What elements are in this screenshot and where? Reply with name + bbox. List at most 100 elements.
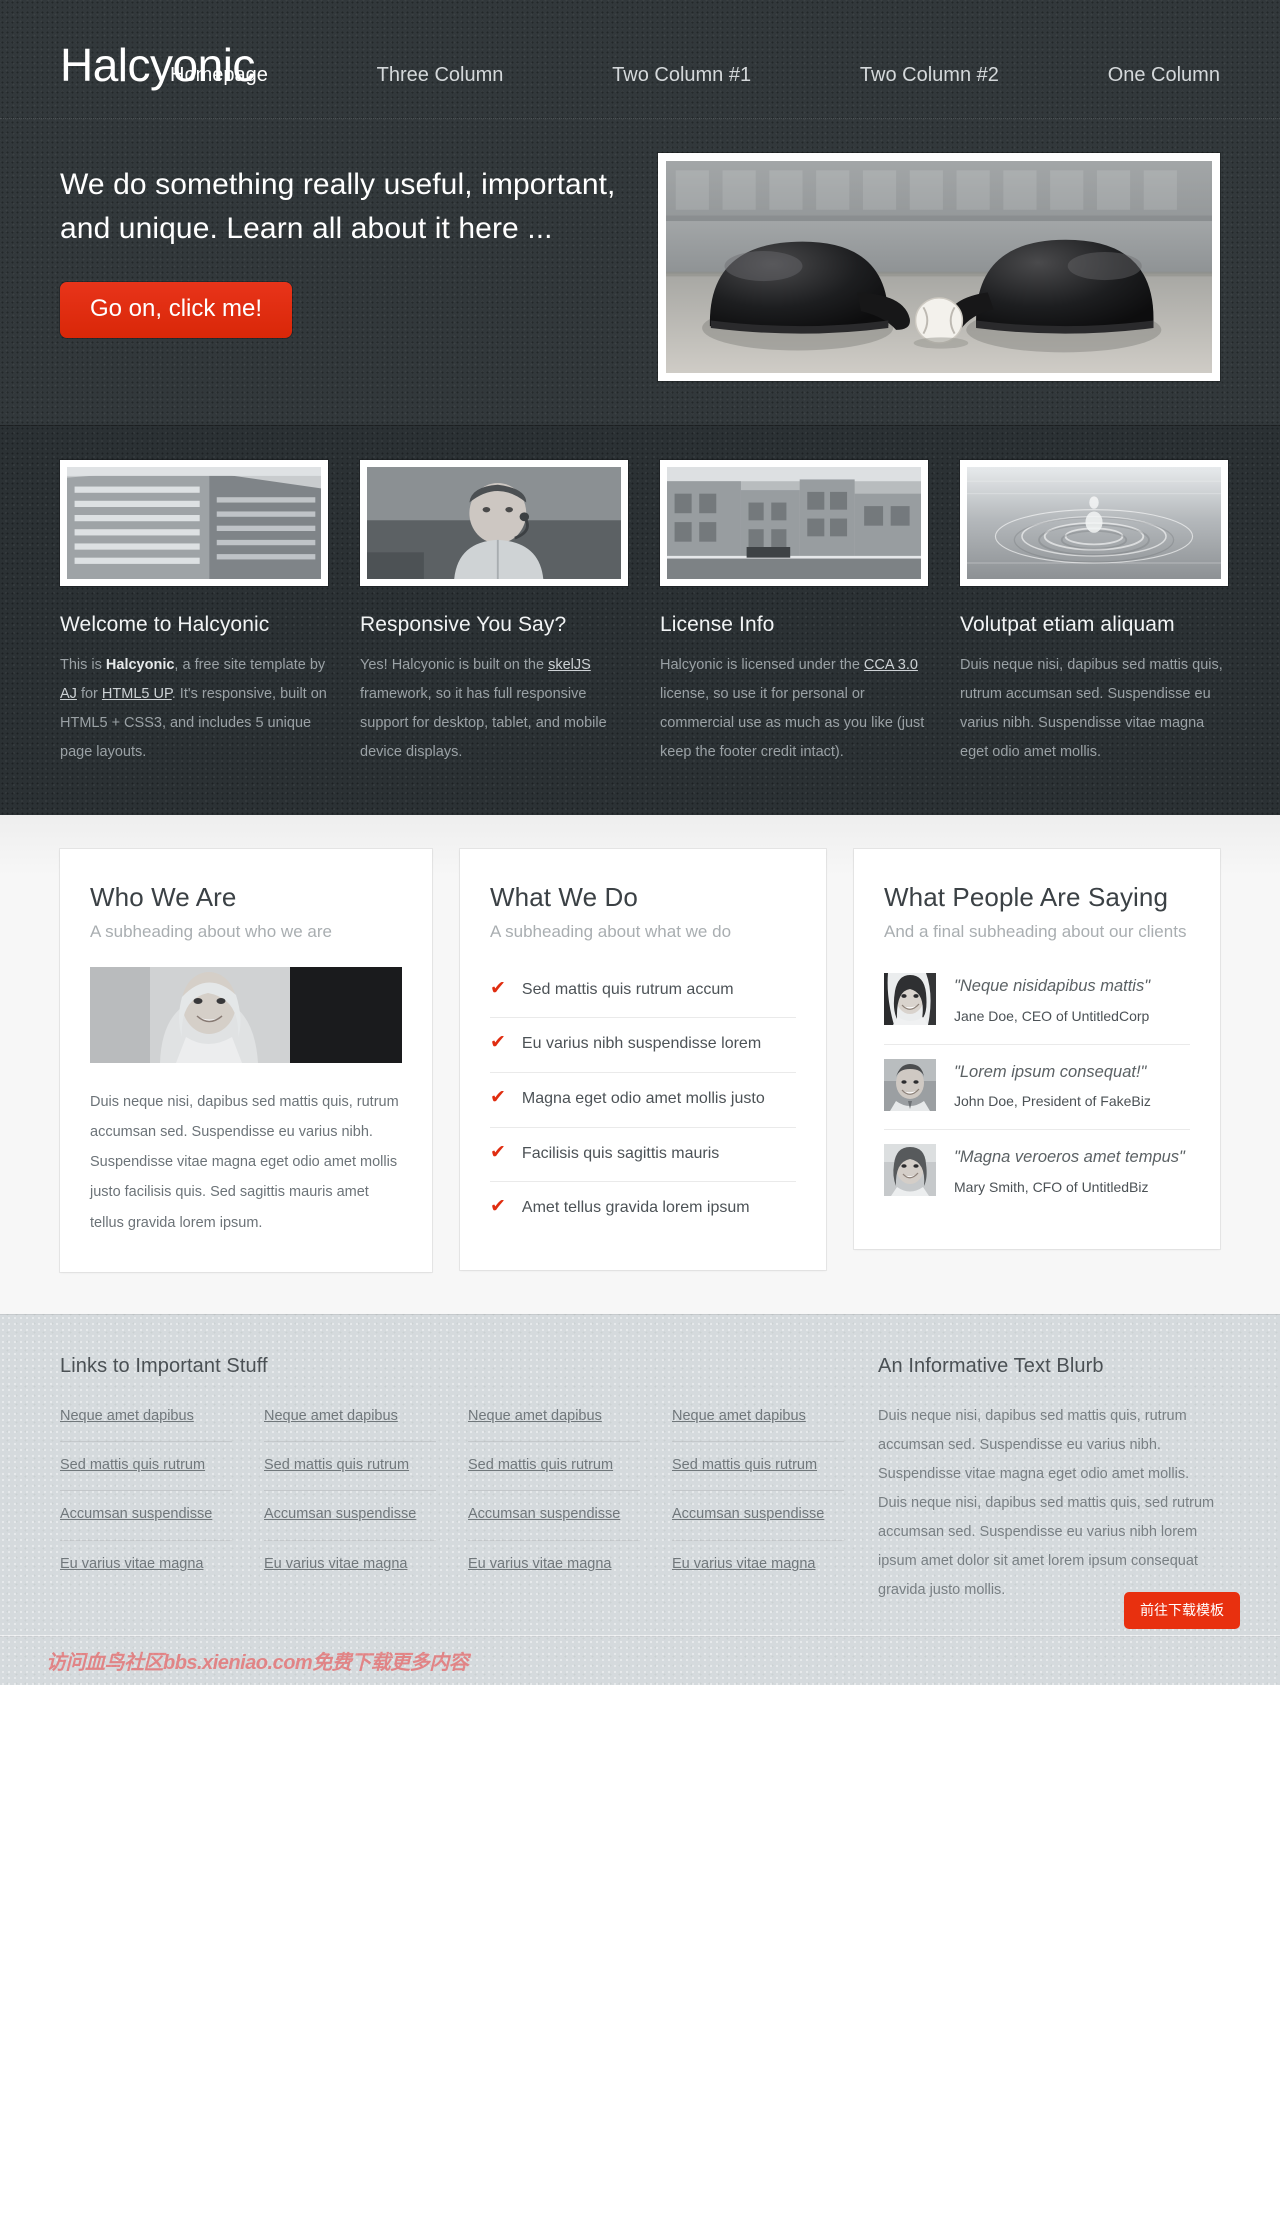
list-item[interactable]: ✔ Amet tellus gravida lorem ipsum	[490, 1181, 796, 1236]
list-item-label: Eu varius nibh suspendisse lorem	[521, 1035, 762, 1053]
testimonial-quote: "Neque nisidapibus mattis"	[954, 976, 1151, 995]
features-row: Welcome to Halcyonic This is Halcyonic, …	[20, 426, 1260, 815]
feature-title: Responsive You Say?	[360, 613, 567, 636]
footer-blurb-section: An Informative Text Blurb Duis neque nis…	[878, 1355, 1220, 1605]
list-item[interactable]: ✔ Eu varius nibh suspendisse lorem	[490, 1017, 796, 1072]
list-item: Sed mattis quis rutrum	[672, 1441, 844, 1490]
testimonial-body: "Lorem ipsum consequat!" John Doe, Presi…	[954, 1059, 1151, 1114]
what-we-do-list: ✔ Sed mattis quis rutrum accum ✔ Eu vari…	[490, 973, 796, 1236]
text-emphasis: Halcyonic	[105, 657, 175, 673]
list-item: Neque amet dapibus	[468, 1404, 640, 1441]
footer-link[interactable]: Accumsan suspendisse	[60, 1506, 212, 1522]
box-subheading: A subheading about what we do	[490, 922, 732, 942]
list-item: Eu varius vitae magna	[468, 1539, 640, 1589]
footer-link[interactable]: Sed mattis quis rutrum	[264, 1457, 409, 1473]
footer: Links to Important Stuff Neque amet dapi…	[20, 1355, 1260, 1635]
feature-image-street	[660, 460, 928, 586]
text-fragment: This is	[60, 657, 106, 673]
box-subheading: A subheading about who we are	[90, 922, 332, 942]
check-icon: ✔	[490, 1087, 506, 1109]
check-icon: ✔	[490, 1196, 506, 1218]
footer-link[interactable]: Accumsan suspendisse	[264, 1506, 416, 1522]
list-item: Eu varius vitae magna	[60, 1539, 232, 1589]
footer-link[interactable]: Neque amet dapibus	[60, 1408, 194, 1424]
footer-link[interactable]: Sed mattis quis rutrum	[60, 1457, 205, 1473]
footer-link[interactable]: Sed mattis quis rutrum	[672, 1457, 817, 1473]
testimonial-attribution: Mary Smith, CFO of UntitledBiz	[954, 1179, 1149, 1196]
footer-link[interactable]: Accumsan suspendisse	[672, 1506, 824, 1522]
link-skeljs[interactable]: skelJS	[548, 657, 591, 673]
list-item-label: Magna eget odio amet mollis justo	[521, 1090, 765, 1108]
list-item: Accumsan suspendisse	[264, 1490, 436, 1539]
who-we-are-body: Duis neque nisi, dapibus sed mattis quis…	[90, 1093, 399, 1231]
footer-link[interactable]: Accumsan suspendisse	[468, 1506, 620, 1522]
box-title: Who We Are	[90, 882, 237, 912]
header-region: Halcyonic Homepage Three Column Two Colu…	[0, 0, 1280, 425]
text-fragment: , a free site template by	[174, 657, 326, 673]
footer-links-title: Links to Important Stuff	[60, 1354, 268, 1377]
feature-text: Halcyonic is licensed under the CCA 3.0 …	[660, 651, 928, 767]
list-item: Neque amet dapibus	[672, 1404, 844, 1441]
banner: We do something really useful, important…	[20, 119, 1260, 425]
nav-item-two-column-1[interactable]: Two Column #1	[612, 64, 751, 87]
box-title: What People Are Saying	[884, 882, 1169, 912]
list-item-label: Amet tellus gravida lorem ipsum	[521, 1199, 750, 1217]
banner-cta-button[interactable]: Go on, click me!	[60, 281, 293, 338]
download-template-button[interactable]: 前往下载模板	[1124, 1591, 1240, 1629]
testimonial-body: "Magna veroeros amet tempus" Mary Smith,…	[954, 1144, 1185, 1199]
list-item[interactable]: ✔ Facilisis quis sagittis mauris	[490, 1126, 796, 1182]
nav-item-two-column-2[interactable]: Two Column #2	[860, 64, 999, 87]
footer-link[interactable]: Eu varius vitae magna	[264, 1556, 407, 1572]
link-aj[interactable]: AJ	[60, 686, 77, 702]
footer-links-section: Links to Important Stuff Neque amet dapi…	[60, 1355, 844, 1605]
check-icon: ✔	[490, 977, 506, 999]
nav-item-one-column[interactable]: One Column	[1108, 64, 1220, 87]
feature-license: License Info Halcyonic is licensed under…	[660, 460, 928, 767]
testimonial-quote: "Magna veroeros amet tempus"	[954, 1148, 1185, 1167]
nav-item-three-column[interactable]: Three Column	[377, 64, 504, 87]
list-item: Sed mattis quis rutrum	[468, 1441, 640, 1490]
text-fragment: license, so use it for personal or comme…	[660, 686, 925, 760]
box-subheading: And a final subheading about our clients	[884, 922, 1187, 942]
footer-link[interactable]: Eu varius vitae magna	[60, 1556, 203, 1572]
link-html5up[interactable]: HTML5 UP	[102, 686, 172, 702]
footer-link[interactable]: Eu varius vitae magna	[468, 1556, 611, 1572]
main-navigation: Homepage Three Column Two Column #1 Two …	[20, 64, 1260, 87]
link-cca30[interactable]: CCA 3.0	[864, 657, 918, 673]
footer-blurb-title: An Informative Text Blurb	[878, 1354, 1104, 1377]
list-item-label: Sed mattis quis rutrum accum	[521, 980, 734, 998]
copyright-bar: 访问血鸟社区bbs.xieniao.com免费下载更多内容 前往下载模板	[0, 1591, 1280, 1685]
nav-item-homepage[interactable]: Homepage	[170, 64, 268, 87]
footer-link-column-3: Neque amet dapibus Sed mattis quis rutru…	[468, 1404, 640, 1589]
main-columns: Who We Are A subheading about who we are	[20, 849, 1260, 1272]
list-item[interactable]: ✔ Sed mattis quis rutrum accum	[490, 973, 796, 1018]
box-what-we-do: What We Do A subheading about what we do…	[460, 849, 826, 1270]
footer-link-columns: Neque amet dapibus Sed mattis quis rutru…	[60, 1404, 844, 1589]
list-item: Sed mattis quis rutrum	[264, 1441, 436, 1490]
header: Halcyonic Homepage Three Column Two Colu…	[20, 36, 1260, 118]
list-item: Eu varius vitae magna	[672, 1539, 844, 1589]
list-item: Sed mattis quis rutrum	[60, 1441, 232, 1490]
footer-link[interactable]: Neque amet dapibus	[672, 1408, 806, 1424]
list-item: Neque amet dapibus	[60, 1404, 232, 1441]
list-item[interactable]: ✔ Magna eget odio amet mollis justo	[490, 1072, 796, 1127]
footer-link[interactable]: Neque amet dapibus	[264, 1408, 398, 1424]
feature-responsive: Responsive You Say? Yes! Halcyonic is bu…	[360, 460, 628, 767]
testimonial-body: "Neque nisidapibus mattis" Jane Doe, CEO…	[954, 973, 1150, 1028]
feature-volutpat: Volutpat etiam aliquam Duis neque nisi, …	[960, 460, 1228, 767]
footer-link-column-1: Neque amet dapibus Sed mattis quis rutru…	[60, 1404, 232, 1589]
list-item: Eu varius vitae magna	[264, 1539, 436, 1589]
feature-text: Yes! Halcyonic is built on the skelJS fr…	[360, 651, 628, 767]
box-who-we-are: Who We Are A subheading about who we are	[60, 849, 432, 1272]
footer-link[interactable]: Neque amet dapibus	[468, 1408, 602, 1424]
testimonial-item: "Magna veroeros amet tempus" Mary Smith,…	[884, 1129, 1190, 1215]
avatar	[884, 1144, 936, 1197]
avatar	[884, 972, 936, 1025]
feature-text: Duis neque nisi, dapibus sed mattis quis…	[960, 657, 1223, 760]
footer-link[interactable]: Sed mattis quis rutrum	[468, 1457, 613, 1473]
avatar	[884, 1058, 936, 1111]
testimonial-item: "Neque nisidapibus mattis" Jane Doe, CEO…	[884, 971, 1190, 1044]
main-region: Who We Are A subheading about who we are	[0, 815, 1280, 1314]
box-title: What We Do	[490, 882, 638, 912]
footer-link[interactable]: Eu varius vitae magna	[672, 1556, 815, 1572]
